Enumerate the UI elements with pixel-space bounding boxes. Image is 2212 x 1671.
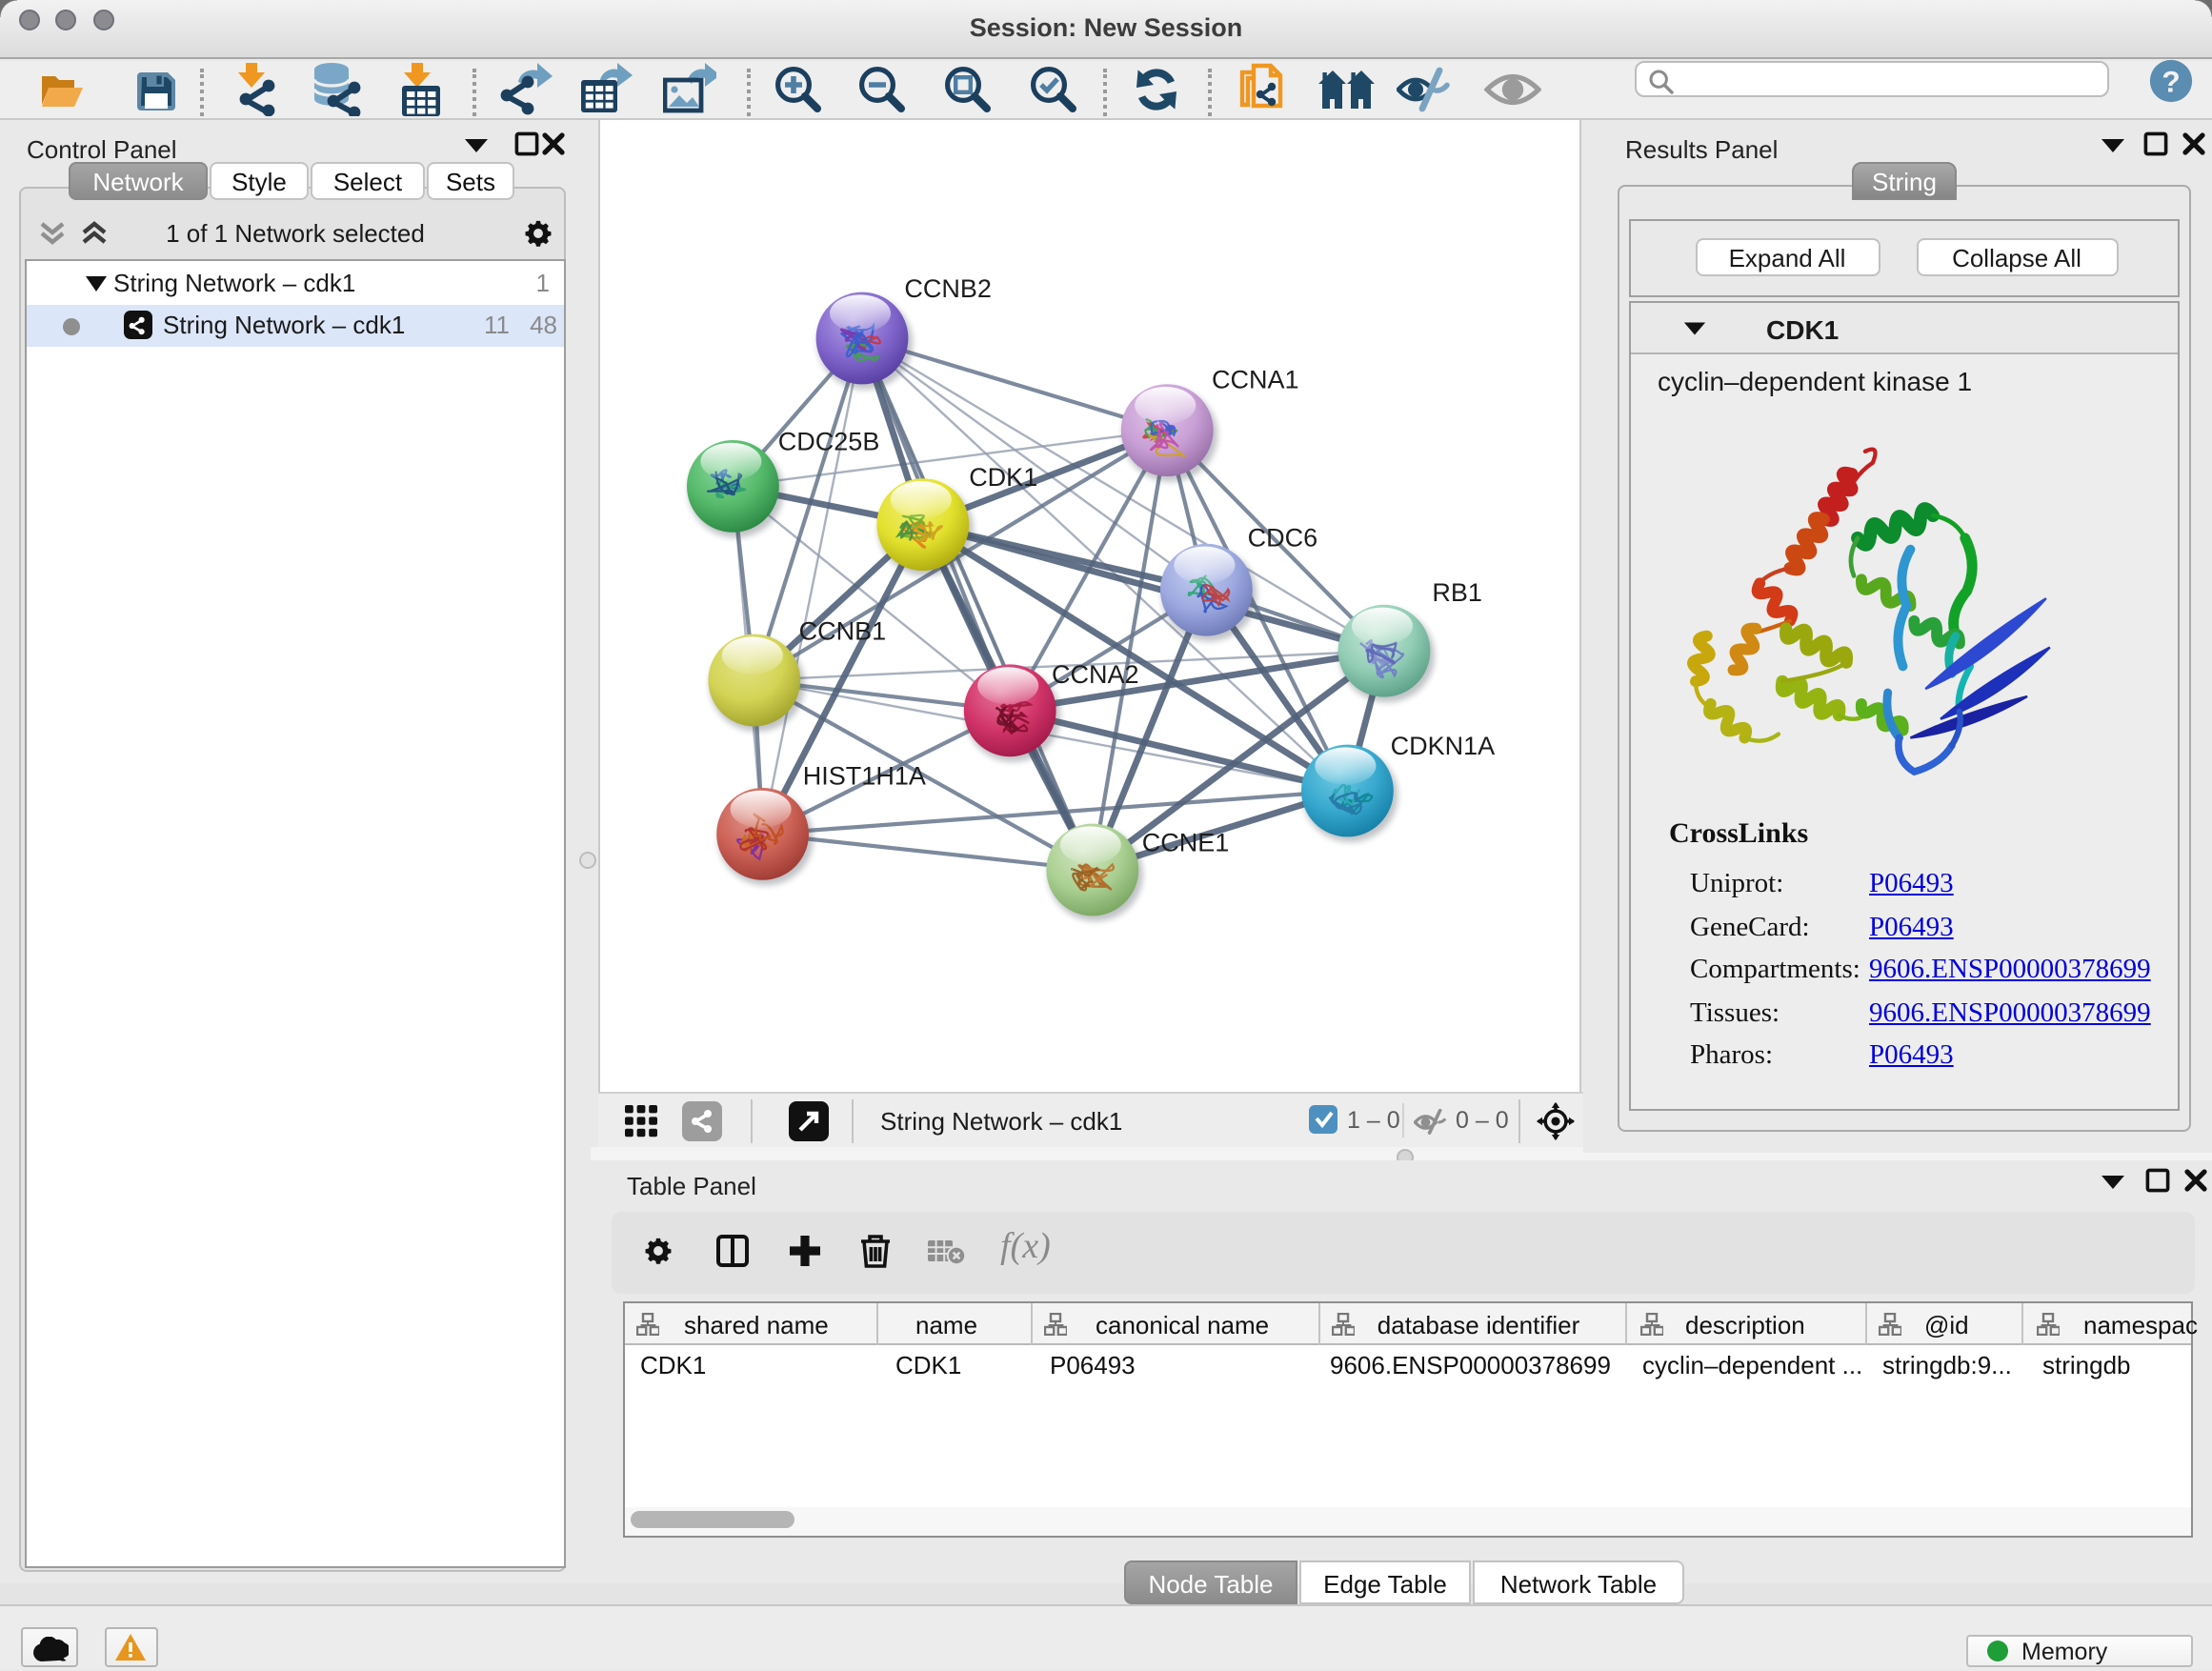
svg-text:CCNE1: CCNE1 bbox=[1142, 829, 1230, 857]
svg-text:CDKN1A: CDKN1A bbox=[1391, 732, 1496, 760]
svg-text:?: ? bbox=[2162, 64, 2180, 98]
svg-text:CDC6: CDC6 bbox=[1248, 524, 1318, 553]
svg-text:RB1: RB1 bbox=[1432, 578, 1482, 607]
svg-text:CDC25B: CDC25B bbox=[778, 428, 880, 456]
svg-text:CCNB1: CCNB1 bbox=[799, 616, 887, 645]
svg-text:CDK1: CDK1 bbox=[969, 463, 1037, 492]
svg-text:CCNB2: CCNB2 bbox=[904, 274, 992, 303]
svg-text:HIST1H1A: HIST1H1A bbox=[803, 761, 926, 790]
svg-text:CCNA1: CCNA1 bbox=[1212, 365, 1299, 393]
svg-text:CCNA2: CCNA2 bbox=[1052, 660, 1139, 689]
